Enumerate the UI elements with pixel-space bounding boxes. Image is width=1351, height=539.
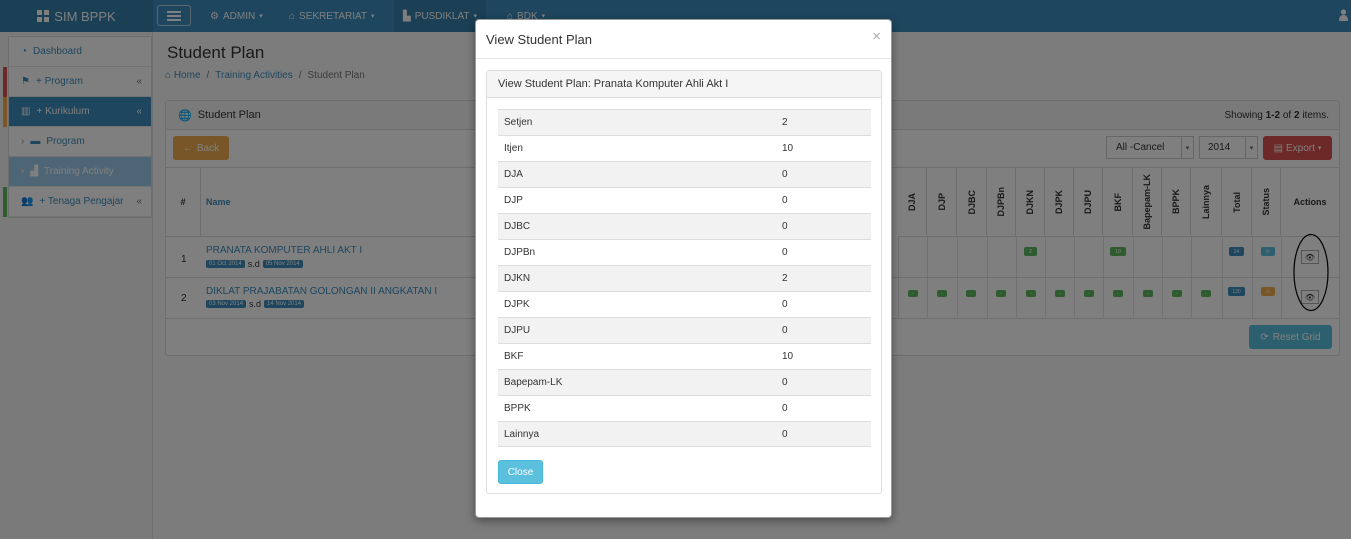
detail-value: 10 — [782, 143, 794, 154]
detail-label: DJP — [504, 195, 523, 206]
detail-value: 0 — [782, 169, 788, 180]
detail-label: Setjen — [504, 117, 533, 128]
detail-label: Lainnya — [504, 428, 540, 440]
detail-table: Setjen 2 Itjen 10 DJA 0 DJP 0 DJBC 0 DJPBn 0 DJKN 2 DJ… — [498, 109, 871, 447]
detail-row: DJA 0 — [498, 161, 871, 187]
detail-row: DJBC 0 — [498, 213, 871, 239]
detail-row: Setjen 2 — [498, 109, 871, 135]
detail-label: DJPK — [504, 299, 530, 310]
detail-row: DJKN 2 — [498, 265, 871, 291]
close-icon[interactable]: × — [872, 28, 881, 45]
detail-row: Lainnya 0 — [498, 421, 871, 447]
detail-label: BKF — [504, 351, 524, 362]
detail-value: 10 — [782, 351, 794, 362]
detail-label: DJA — [504, 169, 523, 180]
close-button[interactable]: Close — [498, 460, 543, 484]
detail-label: DJPBn — [504, 247, 536, 258]
detail-panel-heading: View Student Plan: Pranata Komputer Ahli… — [487, 71, 881, 98]
detail-label: DJKN — [504, 273, 531, 284]
detail-value: 0 — [782, 195, 788, 206]
detail-row: DJP 0 — [498, 187, 871, 213]
detail-row: Itjen 10 — [498, 135, 871, 161]
detail-row: DJPU 0 — [498, 317, 871, 343]
modal-header: View Student Plan — [476, 20, 891, 59]
detail-row: Bapepam-LK 0 — [498, 369, 871, 395]
detail-label: BPPK — [504, 403, 531, 414]
detail-label: Itjen — [504, 143, 523, 154]
detail-value: 2 — [782, 273, 788, 284]
detail-value: 0 — [782, 247, 788, 258]
detail-panel: View Student Plan: Pranata Komputer Ahli… — [486, 70, 882, 494]
view-student-plan-modal: View Student Plan × View Student Plan: P… — [475, 19, 892, 518]
detail-value: 0 — [782, 403, 788, 414]
detail-row: DJPBn 0 — [498, 239, 871, 265]
detail-label: DJPU — [504, 325, 531, 336]
detail-value: 0 — [782, 325, 788, 336]
detail-value: 0 — [782, 221, 788, 232]
detail-value: 0 — [782, 377, 788, 388]
detail-value: 2 — [782, 117, 788, 128]
detail-value: 0 — [782, 299, 788, 310]
detail-value: 0 — [782, 428, 788, 440]
modal-title: View Student Plan — [486, 31, 592, 47]
detail-row: DJPK 0 — [498, 291, 871, 317]
detail-row: BPPK 0 — [498, 395, 871, 421]
detail-label: DJBC — [504, 221, 531, 232]
detail-label: Bapepam-LK — [504, 377, 563, 388]
detail-row: BKF 10 — [498, 343, 871, 369]
